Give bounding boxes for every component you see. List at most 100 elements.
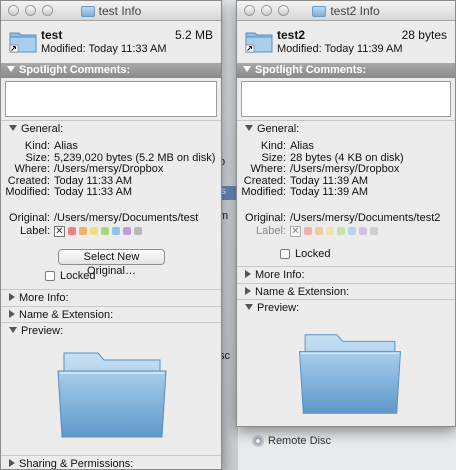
remote-disc-label: Remote Disc <box>268 435 331 447</box>
row-key: Original: <box>9 211 50 224</box>
name-extension-section-header[interactable]: Name & Extension: <box>237 283 455 300</box>
label-purple-swatch[interactable] <box>359 227 367 235</box>
label-swatches: ✕ <box>54 225 142 237</box>
original-path[interactable]: /Users/mersy/Documents/test2 <box>290 212 440 225</box>
label-row: Label: ✕ <box>1 224 221 238</box>
label-none-swatch[interactable]: ✕ <box>54 225 65 237</box>
row-value: Today 11:33 AM <box>54 186 133 198</box>
label-yellow-swatch[interactable] <box>90 227 98 235</box>
spotlight-comments-field[interactable] <box>241 81 451 117</box>
file-size: 28 bytes <box>401 28 447 42</box>
name-extension-section-header[interactable]: Name & Extension: <box>1 306 221 323</box>
locked-checkbox[interactable] <box>280 249 290 259</box>
sharing-permissions-section-header[interactable]: Sharing & Permissions: <box>1 455 221 469</box>
locked-checkbox[interactable] <box>45 271 55 281</box>
preview-section-header[interactable]: Preview: <box>1 322 221 339</box>
label-red-swatch[interactable] <box>304 227 312 235</box>
alias-folder-icon <box>245 32 273 53</box>
where-row: Where: /Users/mersy/Dropbox <box>1 163 221 176</box>
modified-line: Modified: Today 11:39 AM <box>277 43 403 55</box>
window-controls <box>244 5 289 16</box>
label-gray-swatch[interactable] <box>134 227 142 235</box>
more-info-section-header[interactable]: More Info: <box>237 266 455 283</box>
section-label: Name & Extension: <box>255 286 350 298</box>
info-window-test2: test2 Info test2 28 bytes Modified: Toda… <box>236 0 456 427</box>
label-orange-swatch[interactable] <box>79 227 87 235</box>
spotlight-comments-header[interactable]: Spotlight Comments: <box>237 63 455 78</box>
window-titlebar[interactable]: test2 Info <box>237 1 455 21</box>
row-key: Where: <box>14 163 50 175</box>
minimize-button[interactable] <box>261 5 272 16</box>
disclosure-triangle-icon <box>245 125 253 132</box>
row-key: Kind: <box>24 140 50 152</box>
row-value: Alias <box>290 140 314 152</box>
row-key: Original: <box>245 211 286 224</box>
section-label: Name & Extension: <box>19 309 114 321</box>
disclosure-triangle-icon <box>9 310 15 319</box>
row-value: Alias <box>54 140 78 152</box>
window-titlebar[interactable]: test Info <box>1 1 221 21</box>
disclosure-triangle-icon <box>7 66 15 73</box>
more-info-section-header[interactable]: More Info: <box>1 289 221 306</box>
zoom-button[interactable] <box>42 5 53 16</box>
file-name: test2 <box>277 28 306 42</box>
label-swatches: ✕ <box>290 225 378 237</box>
disclosure-triangle-icon <box>245 270 251 279</box>
disc-icon <box>252 435 264 447</box>
label-orange-swatch[interactable] <box>315 227 323 235</box>
alias-folder-icon <box>9 32 37 53</box>
zoom-button[interactable] <box>278 5 289 16</box>
original-row: Original: /Users/mersy/Documents/test <box>1 211 221 225</box>
kind-row: Kind: Alias <box>1 140 221 153</box>
spotlight-comments-header[interactable]: Spotlight Comments: <box>1 63 221 78</box>
folder-preview-icon <box>57 352 167 438</box>
row-key: Modified: <box>241 186 286 198</box>
general-info: Kind: Alias Size: 5,239,020 bytes (5.2 MB … <box>1 140 221 238</box>
general-info: Kind: Alias Size: 28 bytes (4 KB on disk) … <box>237 140 455 238</box>
locked-checkbox-row[interactable]: Locked <box>45 270 95 282</box>
spotlight-comments-field[interactable] <box>5 81 217 117</box>
kind-row: Kind: Alias <box>237 140 455 153</box>
close-button[interactable] <box>244 5 255 16</box>
modified-row: Modified: Today 11:39 AM <box>237 186 455 199</box>
original-path[interactable]: /Users/mersy/Documents/test <box>54 212 198 225</box>
row-key: Label: <box>256 225 286 237</box>
close-button[interactable] <box>8 5 19 16</box>
section-label: Spotlight Comments: <box>19 64 131 76</box>
row-value: Today 11:39 AM <box>290 186 369 198</box>
folder-icon <box>80 5 95 17</box>
section-label: General: <box>21 123 64 135</box>
section-label: More Info: <box>19 292 69 304</box>
locked-checkbox-row[interactable]: Locked <box>280 248 330 260</box>
minimize-button[interactable] <box>25 5 36 16</box>
disclosure-triangle-icon <box>245 304 253 311</box>
section-label: More Info: <box>255 269 305 281</box>
label-green-swatch[interactable] <box>101 227 109 235</box>
disclosure-triangle-icon <box>9 459 15 468</box>
label-purple-swatch[interactable] <box>123 227 131 235</box>
preview-section-header[interactable]: Preview: <box>237 299 455 316</box>
label-red-swatch[interactable] <box>68 227 76 235</box>
label-none-swatch[interactable]: ✕ <box>290 225 301 237</box>
general-section-header[interactable]: General: <box>237 120 455 137</box>
modified-line: Modified: Today 11:33 AM <box>41 43 167 55</box>
disclosure-triangle-icon <box>9 125 17 132</box>
label-green-swatch[interactable] <box>337 227 345 235</box>
select-new-original-button[interactable]: Select New Original… <box>58 249 165 277</box>
row-value: /Users/mersy/Dropbox <box>54 163 164 175</box>
modified-row: Modified: Today 11:33 AM <box>1 186 221 199</box>
disclosure-triangle-icon <box>243 66 251 73</box>
label-blue-swatch[interactable] <box>348 227 356 235</box>
disclosure-triangle-icon <box>9 327 17 334</box>
general-section-header[interactable]: General: <box>1 120 221 137</box>
label-blue-swatch[interactable] <box>112 227 120 235</box>
locked-label: Locked <box>295 248 331 260</box>
label-yellow-swatch[interactable] <box>326 227 334 235</box>
info-window-test: test Info test 5.2 MB Modified: Today 11… <box>0 0 222 470</box>
section-label: General: <box>257 123 300 135</box>
original-row: Original: /Users/mersy/Documents/test2 <box>237 211 455 225</box>
row-key: Label: <box>20 225 50 237</box>
label-gray-swatch[interactable] <box>370 227 378 235</box>
row-key: Modified: <box>5 186 50 198</box>
where-row: Where: /Users/mersy/Dropbox <box>237 163 455 176</box>
